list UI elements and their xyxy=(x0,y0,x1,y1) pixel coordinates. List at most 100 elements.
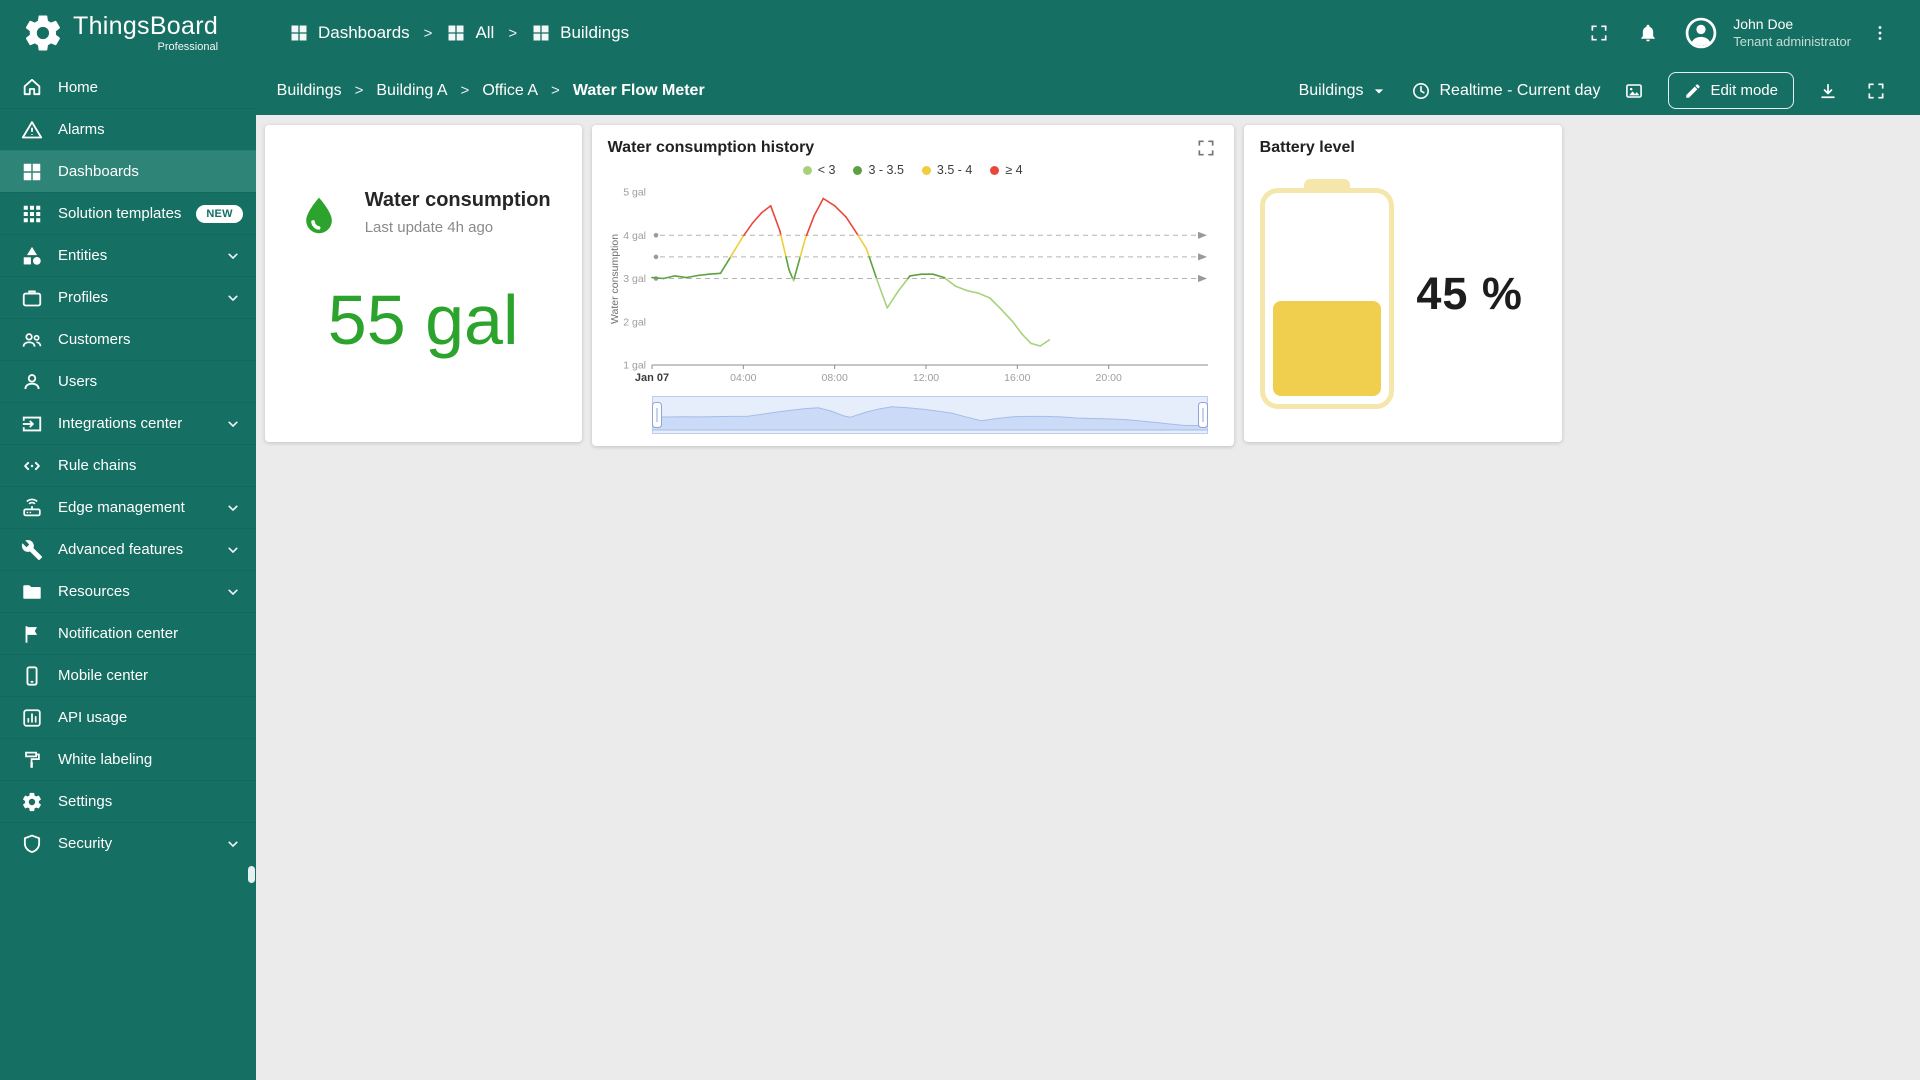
gear-logo-icon xyxy=(22,12,64,54)
sidebar-item-profiles[interactable]: Profiles xyxy=(0,276,256,318)
legend-item--4[interactable]: ≥ 4 xyxy=(990,163,1023,177)
legend-label: 3.5 - 4 xyxy=(936,163,973,177)
sidebar-item-label: Settings xyxy=(58,793,113,810)
legend-dot xyxy=(921,165,931,175)
svg-text:16:00: 16:00 xyxy=(1004,372,1030,384)
dashboard-breadcrumb-water-flow-meter: Water Flow Meter xyxy=(572,81,705,99)
sidebar-item-edge-management[interactable]: Edge management xyxy=(0,486,256,528)
sidebar-item-mobile-center[interactable]: Mobile center xyxy=(0,654,256,696)
pencil-icon xyxy=(1684,82,1702,100)
dashboard-group-icon xyxy=(289,23,309,43)
dashboard-group-icon xyxy=(531,23,551,43)
svg-text:Jan 07: Jan 07 xyxy=(635,372,669,384)
breadcrumb-separator: > xyxy=(508,24,518,42)
water-consumption-chart: Jan 07 04:00 08:00 12:00 16:00 20:00 5 gal 4 ga… xyxy=(609,187,1208,384)
sidebar-item-api-usage[interactable]: API usage xyxy=(0,696,256,738)
dashboard-image-button[interactable] xyxy=(1614,71,1654,111)
dashboard-content: Water consumption Last update 4h ago 55 … xyxy=(255,115,1920,1080)
sidebar-item-label: Profiles xyxy=(58,289,109,306)
dashboard-toolbar: Buildings > Building A > Office A > Water Flow… xyxy=(255,66,1920,115)
user-info[interactable]: John Doe Tenant administrator xyxy=(1733,15,1851,50)
battery-value: 45 % xyxy=(1416,268,1523,319)
sidebar-item-advanced-features[interactable]: Advanced features xyxy=(0,528,256,570)
download-icon xyxy=(1818,81,1838,101)
notifications-button[interactable] xyxy=(1628,13,1668,53)
legend-item--3[interactable]: < 3 xyxy=(802,163,835,177)
header-actions: John Doe Tenant administrator xyxy=(1579,13,1920,53)
header-menu-button[interactable] xyxy=(1860,13,1900,53)
sidebar-item-solution-templates[interactable]: Solution templates NEW xyxy=(0,192,256,234)
toolbar-fullscreen-button[interactable] xyxy=(1856,71,1896,111)
timewindow-button[interactable]: Realtime - Current day xyxy=(1411,81,1600,101)
caret-down-icon xyxy=(1369,81,1389,101)
chevron-down-icon xyxy=(223,288,243,308)
api-icon xyxy=(21,707,43,729)
battery-shell xyxy=(1259,188,1394,409)
sidebar-item-label: Mobile center xyxy=(58,667,149,684)
breadcrumb-item-dashboards[interactable]: Dashboards xyxy=(289,23,410,43)
dashboards-icon xyxy=(21,161,43,183)
entity-select[interactable]: Buildings xyxy=(1299,81,1389,101)
rule-chains-icon xyxy=(21,455,43,477)
water-consumption-history-card: Water consumption history < 3 3 - 3.5 3.5 … xyxy=(591,125,1234,446)
breadcrumb-separator: > xyxy=(354,82,364,99)
sidebar-scrollbar[interactable] xyxy=(247,866,255,883)
chevron-down-icon xyxy=(223,540,243,560)
sidebar-item-customers[interactable]: Customers xyxy=(0,318,256,360)
legend-item-3-5-4[interactable]: 3.5 - 4 xyxy=(921,163,973,177)
expand-widget-button[interactable] xyxy=(1194,136,1218,160)
user-avatar[interactable] xyxy=(1683,15,1719,51)
dashboard-breadcrumb-building-a[interactable]: Building A xyxy=(376,82,447,100)
sidebar-item-security[interactable]: Security xyxy=(0,822,256,864)
sidebar-item-home[interactable]: Home xyxy=(0,66,256,108)
svg-text:2 gal: 2 gal xyxy=(623,316,646,328)
dashboard-breadcrumb-buildings[interactable]: Buildings xyxy=(277,82,342,100)
sidebar-item-entities[interactable]: Entities xyxy=(0,234,256,276)
water-consumption-card: Water consumption Last update 4h ago 55 … xyxy=(264,125,582,442)
breadcrumb-item-buildings[interactable]: Buildings xyxy=(531,23,629,43)
sidebar-item-label: Integrations center xyxy=(58,415,183,432)
svg-text:5 gal: 5 gal xyxy=(623,187,646,199)
breadcrumb-separator: > xyxy=(423,24,433,42)
water-drop-icon xyxy=(296,189,342,243)
chevron-down-icon xyxy=(223,414,243,434)
chart-time-navigator[interactable] xyxy=(651,396,1208,434)
svg-text:Water consumption: Water consumption xyxy=(609,234,621,324)
sidebar-item-users[interactable]: Users xyxy=(0,360,256,402)
home-icon xyxy=(21,76,43,98)
sidebar-item-alarms[interactable]: Alarms xyxy=(0,108,256,150)
sidebar-item-integrations-center[interactable]: Integrations center xyxy=(0,402,256,444)
battery-level-card: Battery level 45 % xyxy=(1243,125,1562,442)
sidebar-item-label: Resources xyxy=(58,583,130,600)
kebab-icon xyxy=(1870,23,1890,43)
sidebar-item-resources[interactable]: Resources xyxy=(0,570,256,612)
battery-fill xyxy=(1272,301,1381,396)
header-breadcrumb: Dashboards > All > Buildings xyxy=(289,23,629,43)
sidebar-item-white-labeling[interactable]: White labeling xyxy=(0,738,256,780)
thingsboard-logo[interactable]: ThingsBoard Professional xyxy=(0,12,255,54)
sidebar-item-dashboards[interactable]: Dashboards xyxy=(0,150,256,192)
user-name: John Doe xyxy=(1733,16,1794,33)
sidebar-item-label: Entities xyxy=(58,247,108,264)
sidebar-item-rule-chains[interactable]: Rule chains xyxy=(0,444,256,486)
chevron-down-icon xyxy=(223,498,243,518)
fullscreen-icon xyxy=(1866,81,1886,101)
breadcrumb-item-all[interactable]: All xyxy=(446,23,494,43)
sidebar-item-notification-center[interactable]: Notification center xyxy=(0,612,256,654)
legend-label: 3 - 3.5 xyxy=(868,163,904,177)
legend-item-3-3-5[interactable]: 3 - 3.5 xyxy=(853,163,904,177)
svg-text:12:00: 12:00 xyxy=(913,372,939,384)
dashboard-breadcrumb-office-a[interactable]: Office A xyxy=(482,82,538,100)
breadcrumb-separator: > xyxy=(551,82,560,99)
sidebar-item-label: Home xyxy=(58,78,99,96)
dashboard-group-icon xyxy=(446,23,466,43)
edit-mode-button[interactable]: Edit mode xyxy=(1668,72,1794,109)
sidebar-item-settings[interactable]: Settings xyxy=(0,780,256,822)
sidebar-item-label: Edge management xyxy=(58,499,185,516)
export-dashboard-button[interactable] xyxy=(1808,71,1848,111)
person-circle-icon xyxy=(1683,15,1719,51)
sidebar-item-label: Dashboards xyxy=(58,163,139,180)
notification-icon xyxy=(21,623,43,645)
fullscreen-toggle-button[interactable] xyxy=(1579,13,1619,53)
svg-text:4 gal: 4 gal xyxy=(623,230,646,242)
